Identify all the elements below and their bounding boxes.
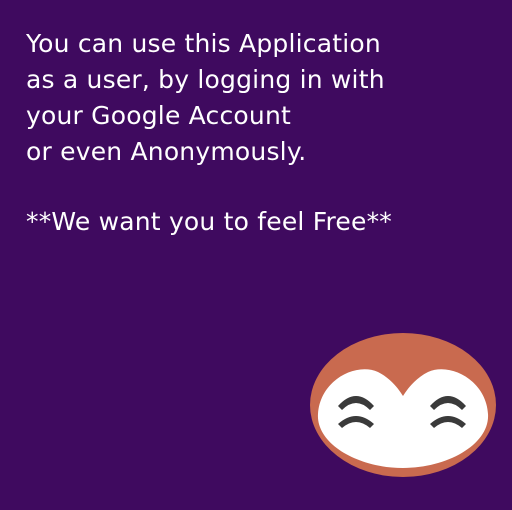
message-spacer bbox=[26, 170, 496, 204]
onboarding-screen: You can use this Application as a user, … bbox=[0, 0, 512, 510]
message-line-1: You can use this Application bbox=[26, 29, 381, 58]
message-line-3: your Google Account bbox=[26, 101, 292, 130]
onboarding-message: You can use this Application as a user, … bbox=[26, 26, 496, 240]
message-line-4: or even Anonymously. bbox=[26, 137, 307, 166]
message-line-2: as a user, by logging in with bbox=[26, 65, 385, 94]
smiling-owl-mascot-icon bbox=[310, 333, 496, 477]
tagline: **We want you to feel Free** bbox=[26, 207, 392, 236]
